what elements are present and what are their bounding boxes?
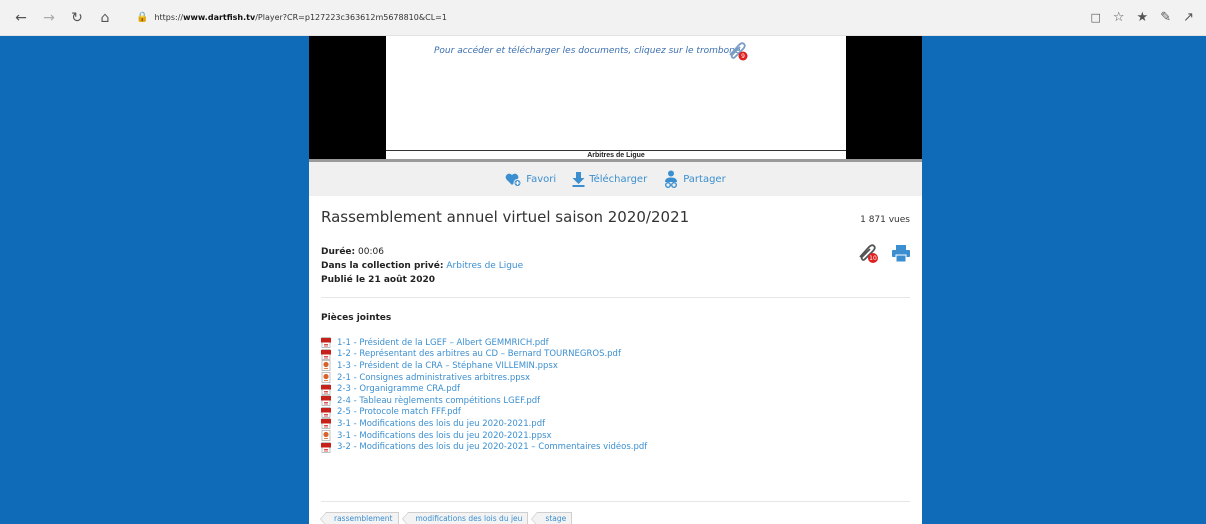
heart-plus-icon <box>505 173 522 187</box>
video-meta: Durée: 00:06 Dans la collection privé: A… <box>321 245 523 287</box>
divider <box>321 501 910 502</box>
back-arrow-icon[interactable]: ← <box>10 7 32 29</box>
pdf-file-icon <box>321 349 331 360</box>
attachment-link[interactable]: 2-4 - Tableau règlements compétitions LG… <box>321 395 647 407</box>
attachments-paperclip-icon[interactable]: 10 <box>856 242 880 264</box>
attachment-link[interactable]: 1-2 - Représentant des arbitres au CD – … <box>321 349 647 361</box>
view-count: 1 871 vues <box>860 215 910 225</box>
home-icon[interactable]: ⌂ <box>94 7 116 29</box>
attachment-link[interactable]: 3-1 - Modifications des lois du jeu 2020… <box>321 430 647 442</box>
share-icon[interactable]: ↗ <box>1183 10 1194 25</box>
collection-label: Dans la collection privé: <box>321 261 444 271</box>
video-player[interactable]: Pour accéder et télécharger les document… <box>309 36 922 162</box>
telecharger-label: Télécharger <box>589 173 648 185</box>
collection-link[interactable]: Arbitres de Ligue <box>446 261 523 271</box>
svg-text:9: 9 <box>741 53 745 60</box>
favori-label: Favori <box>526 173 557 185</box>
print-icon[interactable] <box>892 244 910 262</box>
pdf-file-icon <box>321 383 331 395</box>
download-icon <box>572 171 585 187</box>
duration-value: 00:06 <box>358 247 384 257</box>
favorites-hub-icon[interactable]: ★ <box>1137 10 1149 25</box>
favori-button[interactable]: Favori <box>505 172 556 187</box>
attachment-label: 3-1 - Modifications des lois du jeu 2020… <box>337 418 546 429</box>
action-bar: Favori Télécharger Partager <box>309 162 922 196</box>
pdf-file-icon <box>321 441 331 453</box>
attachments-heading: Pièces jointes <box>321 313 392 323</box>
attachment-link[interactable]: 2-5 - Protocole match FFF.pdf <box>321 407 647 419</box>
attachments-list: 1-1 - Président de la LGEF – Albert GEMM… <box>321 337 647 453</box>
ppsx-file-icon <box>321 372 331 383</box>
partager-label: Partager <box>683 173 726 185</box>
duration-label: Durée: <box>321 247 356 257</box>
attachment-label: 3-1 - Modifications des lois du jeu 2020… <box>337 430 552 441</box>
share-person-icon <box>665 170 678 188</box>
browser-toolbar: ← → ↻ ⌂ 🔒 https://www.dartfish.tv/Player… <box>0 0 1206 36</box>
tag-chip[interactable]: modifications des lois du jeu <box>401 512 529 524</box>
lock-icon: 🔒 <box>136 12 149 23</box>
video-page-panel: Pour accéder et télécharger les document… <box>309 36 922 524</box>
attachment-link[interactable]: 1-3 - Président de la CRA – Stéphane VIL… <box>321 360 647 372</box>
address-bar[interactable]: 🔒 https://www.dartfish.tv/Player?CR=p127… <box>136 7 447 29</box>
paperclip-icon: 9 <box>729 42 748 61</box>
published-date: Publié le 21 août 2020 <box>321 275 435 285</box>
attachment-label: 2-5 - Protocole match FFF.pdf <box>337 407 461 418</box>
attachment-label: 1-3 - Président de la CRA – Stéphane VIL… <box>337 360 558 371</box>
ppsx-file-icon <box>321 430 331 441</box>
tag-chip[interactable]: rassemblement <box>320 512 399 524</box>
forward-arrow-icon[interactable]: → <box>38 7 60 29</box>
svg-text:10: 10 <box>869 255 877 262</box>
pdf-file-icon <box>321 337 331 349</box>
slide-frame: Pour accéder et télécharger les document… <box>386 36 846 160</box>
pdf-file-icon <box>321 418 331 430</box>
partager-button[interactable]: Partager <box>663 170 726 188</box>
attachment-link[interactable]: 2-3 - Organigramme CRA.pdf <box>321 383 647 395</box>
attachment-label: 2-1 - Consignes administratives arbitres… <box>337 372 531 383</box>
reading-view-icon[interactable]: □ <box>1090 11 1100 24</box>
attachment-link[interactable]: 1-1 - Président de la LGEF – Albert GEMM… <box>321 337 647 349</box>
url-text: https://www.dartfish.tv/Player?CR=p12722… <box>154 13 447 22</box>
telecharger-button[interactable]: Télécharger <box>572 171 648 187</box>
slide-instruction: Pour accéder et télécharger les document… <box>434 46 741 56</box>
attachment-label: 3-2 - Modifications des lois du jeu 2020… <box>337 442 648 453</box>
favorite-star-icon[interactable]: ☆ <box>1113 10 1125 25</box>
attachment-label: 2-3 - Organigramme CRA.pdf <box>337 384 460 395</box>
divider <box>321 297 910 298</box>
tag-chip[interactable]: stage <box>531 512 573 524</box>
attachment-label: 1-1 - Président de la LGEF – Albert GEMM… <box>337 337 549 348</box>
pdf-file-icon <box>321 395 331 407</box>
tag-list: rassemblement modifications des lois du j… <box>320 512 573 524</box>
attachment-link[interactable]: 3-1 - Modifications des lois du jeu 2020… <box>321 418 647 430</box>
attachment-label: 1-2 - Représentant des arbitres au CD – … <box>337 349 621 360</box>
attachment-label: 2-4 - Tableau règlements compétitions LG… <box>337 395 541 406</box>
video-title: Rassemblement annuel virtuel saison 2020… <box>321 208 690 226</box>
refresh-icon[interactable]: ↻ <box>66 7 88 29</box>
attachment-link[interactable]: 2-1 - Consignes administratives arbitres… <box>321 372 647 384</box>
attachment-link[interactable]: 3-2 - Modifications des lois du jeu 2020… <box>321 441 647 453</box>
ppsx-file-icon <box>321 360 331 372</box>
pen-notes-icon[interactable]: ✎ <box>1160 10 1171 25</box>
pdf-file-icon <box>321 407 331 418</box>
